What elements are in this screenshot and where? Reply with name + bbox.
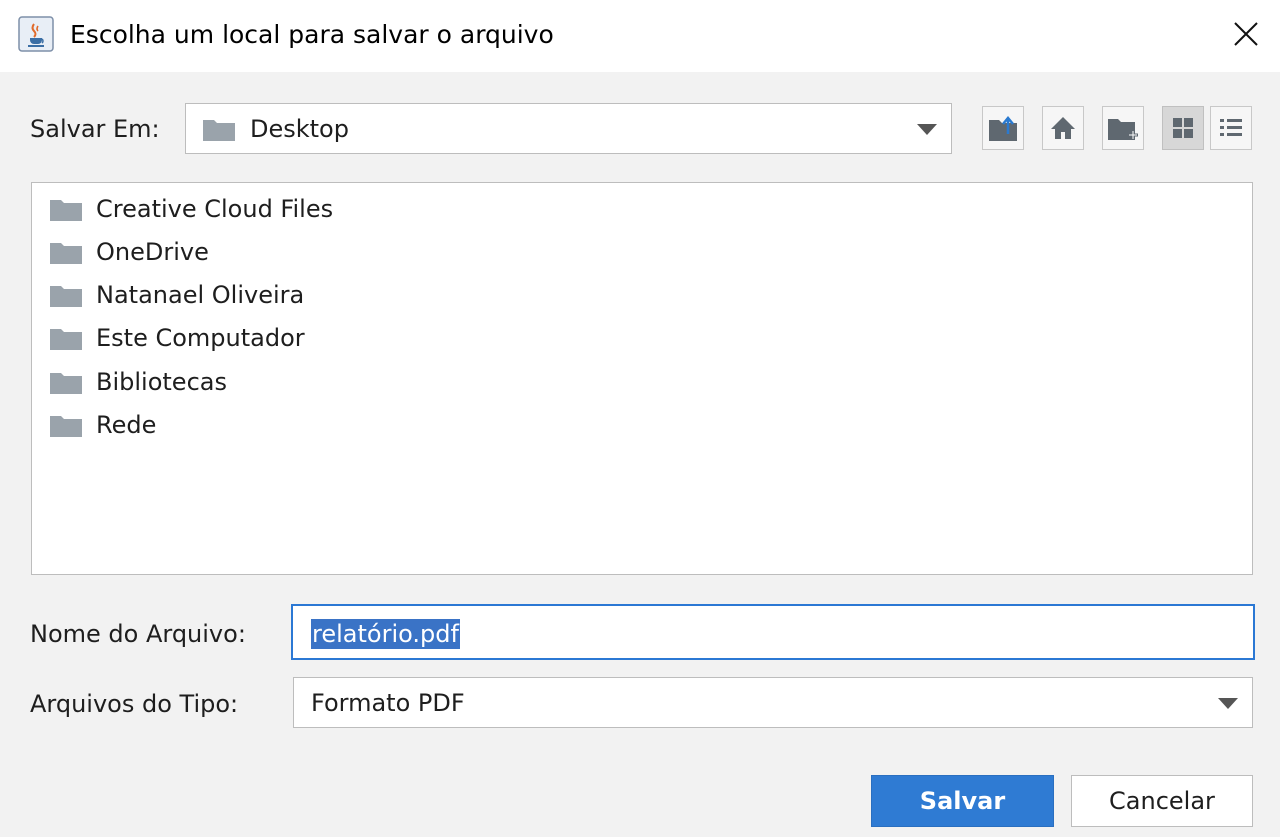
save-in-value: Desktop: [250, 115, 349, 143]
list-item-natanael-oliveira[interactable]: Natanael Oliveira: [50, 275, 304, 315]
list-view-button[interactable]: [1162, 106, 1204, 150]
list-item-rede[interactable]: Rede: [50, 405, 156, 445]
up-one-level-button[interactable]: [982, 106, 1024, 150]
save-button[interactable]: Salvar: [871, 775, 1054, 827]
list-item-label: Rede: [96, 411, 157, 439]
file-type-value: Formato PDF: [311, 689, 465, 717]
folder-icon: [203, 120, 235, 141]
file-name-value: relatório.pdf: [311, 619, 460, 649]
details-view-icon: [1220, 119, 1242, 136]
home-button[interactable]: [1042, 106, 1084, 150]
list-item-label: Natanael Oliveira: [96, 281, 305, 309]
close-icon: [1234, 22, 1258, 46]
folder-icon: [50, 416, 82, 437]
file-name-input[interactable]: relatório.pdf: [291, 604, 1255, 660]
folder-up-icon: [989, 116, 1017, 141]
folder-icon: [50, 373, 82, 394]
save-in-label: Salvar Em:: [30, 115, 160, 143]
file-type-combobox[interactable]: Formato PDF: [293, 677, 1253, 728]
folder-icon: [50, 329, 82, 350]
list-item-label: Creative Cloud Files: [96, 195, 334, 223]
list-item-bibliotecas[interactable]: Bibliotecas: [50, 362, 227, 402]
folder-icon: [50, 200, 82, 221]
cancel-button[interactable]: Cancelar: [1071, 775, 1253, 827]
java-coffee-cup-icon: [18, 16, 54, 52]
file-name-label: Nome do Arquivo:: [30, 620, 246, 648]
file-list[interactable]: Creative Cloud Files OneDrive Natanael O…: [31, 182, 1253, 575]
title-bar: Escolha um local para salvar o arquivo: [0, 0, 1280, 72]
list-item-este-computador[interactable]: Este Computador: [50, 318, 305, 358]
close-button[interactable]: [1222, 10, 1270, 58]
list-item-label: Este Computador: [96, 324, 305, 352]
new-folder-icon: [1108, 119, 1138, 140]
list-item-label: Bibliotecas: [96, 368, 227, 396]
list-item-onedrive[interactable]: OneDrive: [50, 232, 209, 272]
window-title: Escolha um local para salvar o arquivo: [70, 20, 554, 49]
details-view-button[interactable]: [1210, 106, 1252, 150]
new-folder-button[interactable]: [1102, 106, 1144, 150]
list-view-icon: [1173, 118, 1193, 138]
home-icon: [1051, 117, 1075, 139]
chevron-down-icon: [1218, 697, 1238, 709]
list-item-label: OneDrive: [96, 238, 209, 266]
file-type-label: Arquivos do Tipo:: [30, 690, 239, 718]
folder-icon: [50, 243, 82, 264]
chevron-down-icon: [917, 123, 937, 135]
list-item-creative-cloud-files[interactable]: Creative Cloud Files: [50, 189, 333, 229]
folder-icon: [50, 286, 82, 307]
save-in-combobox[interactable]: Desktop: [185, 103, 952, 154]
